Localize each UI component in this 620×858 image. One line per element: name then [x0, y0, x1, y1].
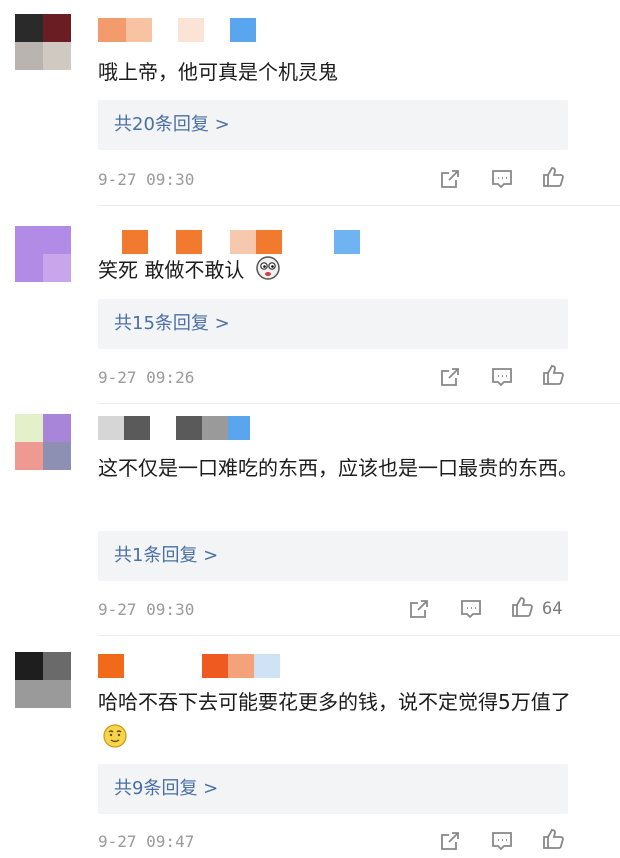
view-replies-button[interactable]: 共15条回复 > [98, 299, 568, 349]
share-icon[interactable] [437, 364, 463, 390]
share-icon[interactable] [437, 166, 463, 192]
comment-text-content: 哈哈不吞下去可能要花更多的钱，说不定觉得5万值了 [98, 690, 571, 714]
comment-text: 这不仅是一口难吃的东西，应该也是一口最贵的东西。 [98, 456, 578, 480]
comment-timestamp: 9-27 09:26 [98, 368, 195, 387]
username-redacted[interactable] [98, 18, 398, 44]
avatar[interactable] [15, 14, 71, 70]
thumbs-up-icon[interactable] [510, 594, 536, 620]
comment-timestamp: 9-27 09:47 [98, 832, 195, 851]
share-icon[interactable] [437, 828, 463, 854]
comment-icon[interactable] [489, 166, 515, 192]
comment-text: 哈哈不吞下去可能要花更多的钱，说不定觉得5万值了 [98, 684, 578, 756]
comment-timestamp: 9-27 09:30 [98, 600, 195, 619]
like-count: 64 [542, 599, 563, 619]
comment-icon[interactable] [489, 364, 515, 390]
comment-timestamp: 9-27 09:30 [98, 170, 195, 189]
avatar[interactable] [15, 226, 71, 282]
view-replies-button[interactable]: 共1条回复 > [98, 531, 568, 581]
divider [98, 635, 620, 636]
username-redacted[interactable] [98, 416, 398, 442]
comment-text-content: 笑死 敢做不敢认 [98, 258, 245, 282]
thumbs-up-icon[interactable] [541, 362, 567, 388]
comment-text: 笑死 敢做不敢认 [98, 252, 578, 288]
avatar[interactable] [15, 652, 71, 708]
comment-text: 哦上帝，他可真是个机灵鬼 [98, 60, 338, 84]
view-replies-button[interactable]: 共9条回复 > [98, 764, 568, 814]
comment-icon[interactable] [458, 596, 484, 622]
thumbs-up-icon[interactable] [541, 164, 567, 190]
username-redacted[interactable] [98, 654, 398, 680]
comment-icon[interactable] [489, 828, 515, 854]
thumbs-up-icon[interactable] [541, 826, 567, 852]
view-replies-button[interactable]: 共20条回复 > [98, 100, 568, 150]
divider [98, 205, 620, 206]
divider [98, 403, 620, 404]
share-icon[interactable] [406, 596, 432, 622]
avatar[interactable] [15, 414, 71, 470]
smiling-emoji-icon [103, 724, 127, 748]
shocked-emoji-icon [255, 256, 280, 280]
